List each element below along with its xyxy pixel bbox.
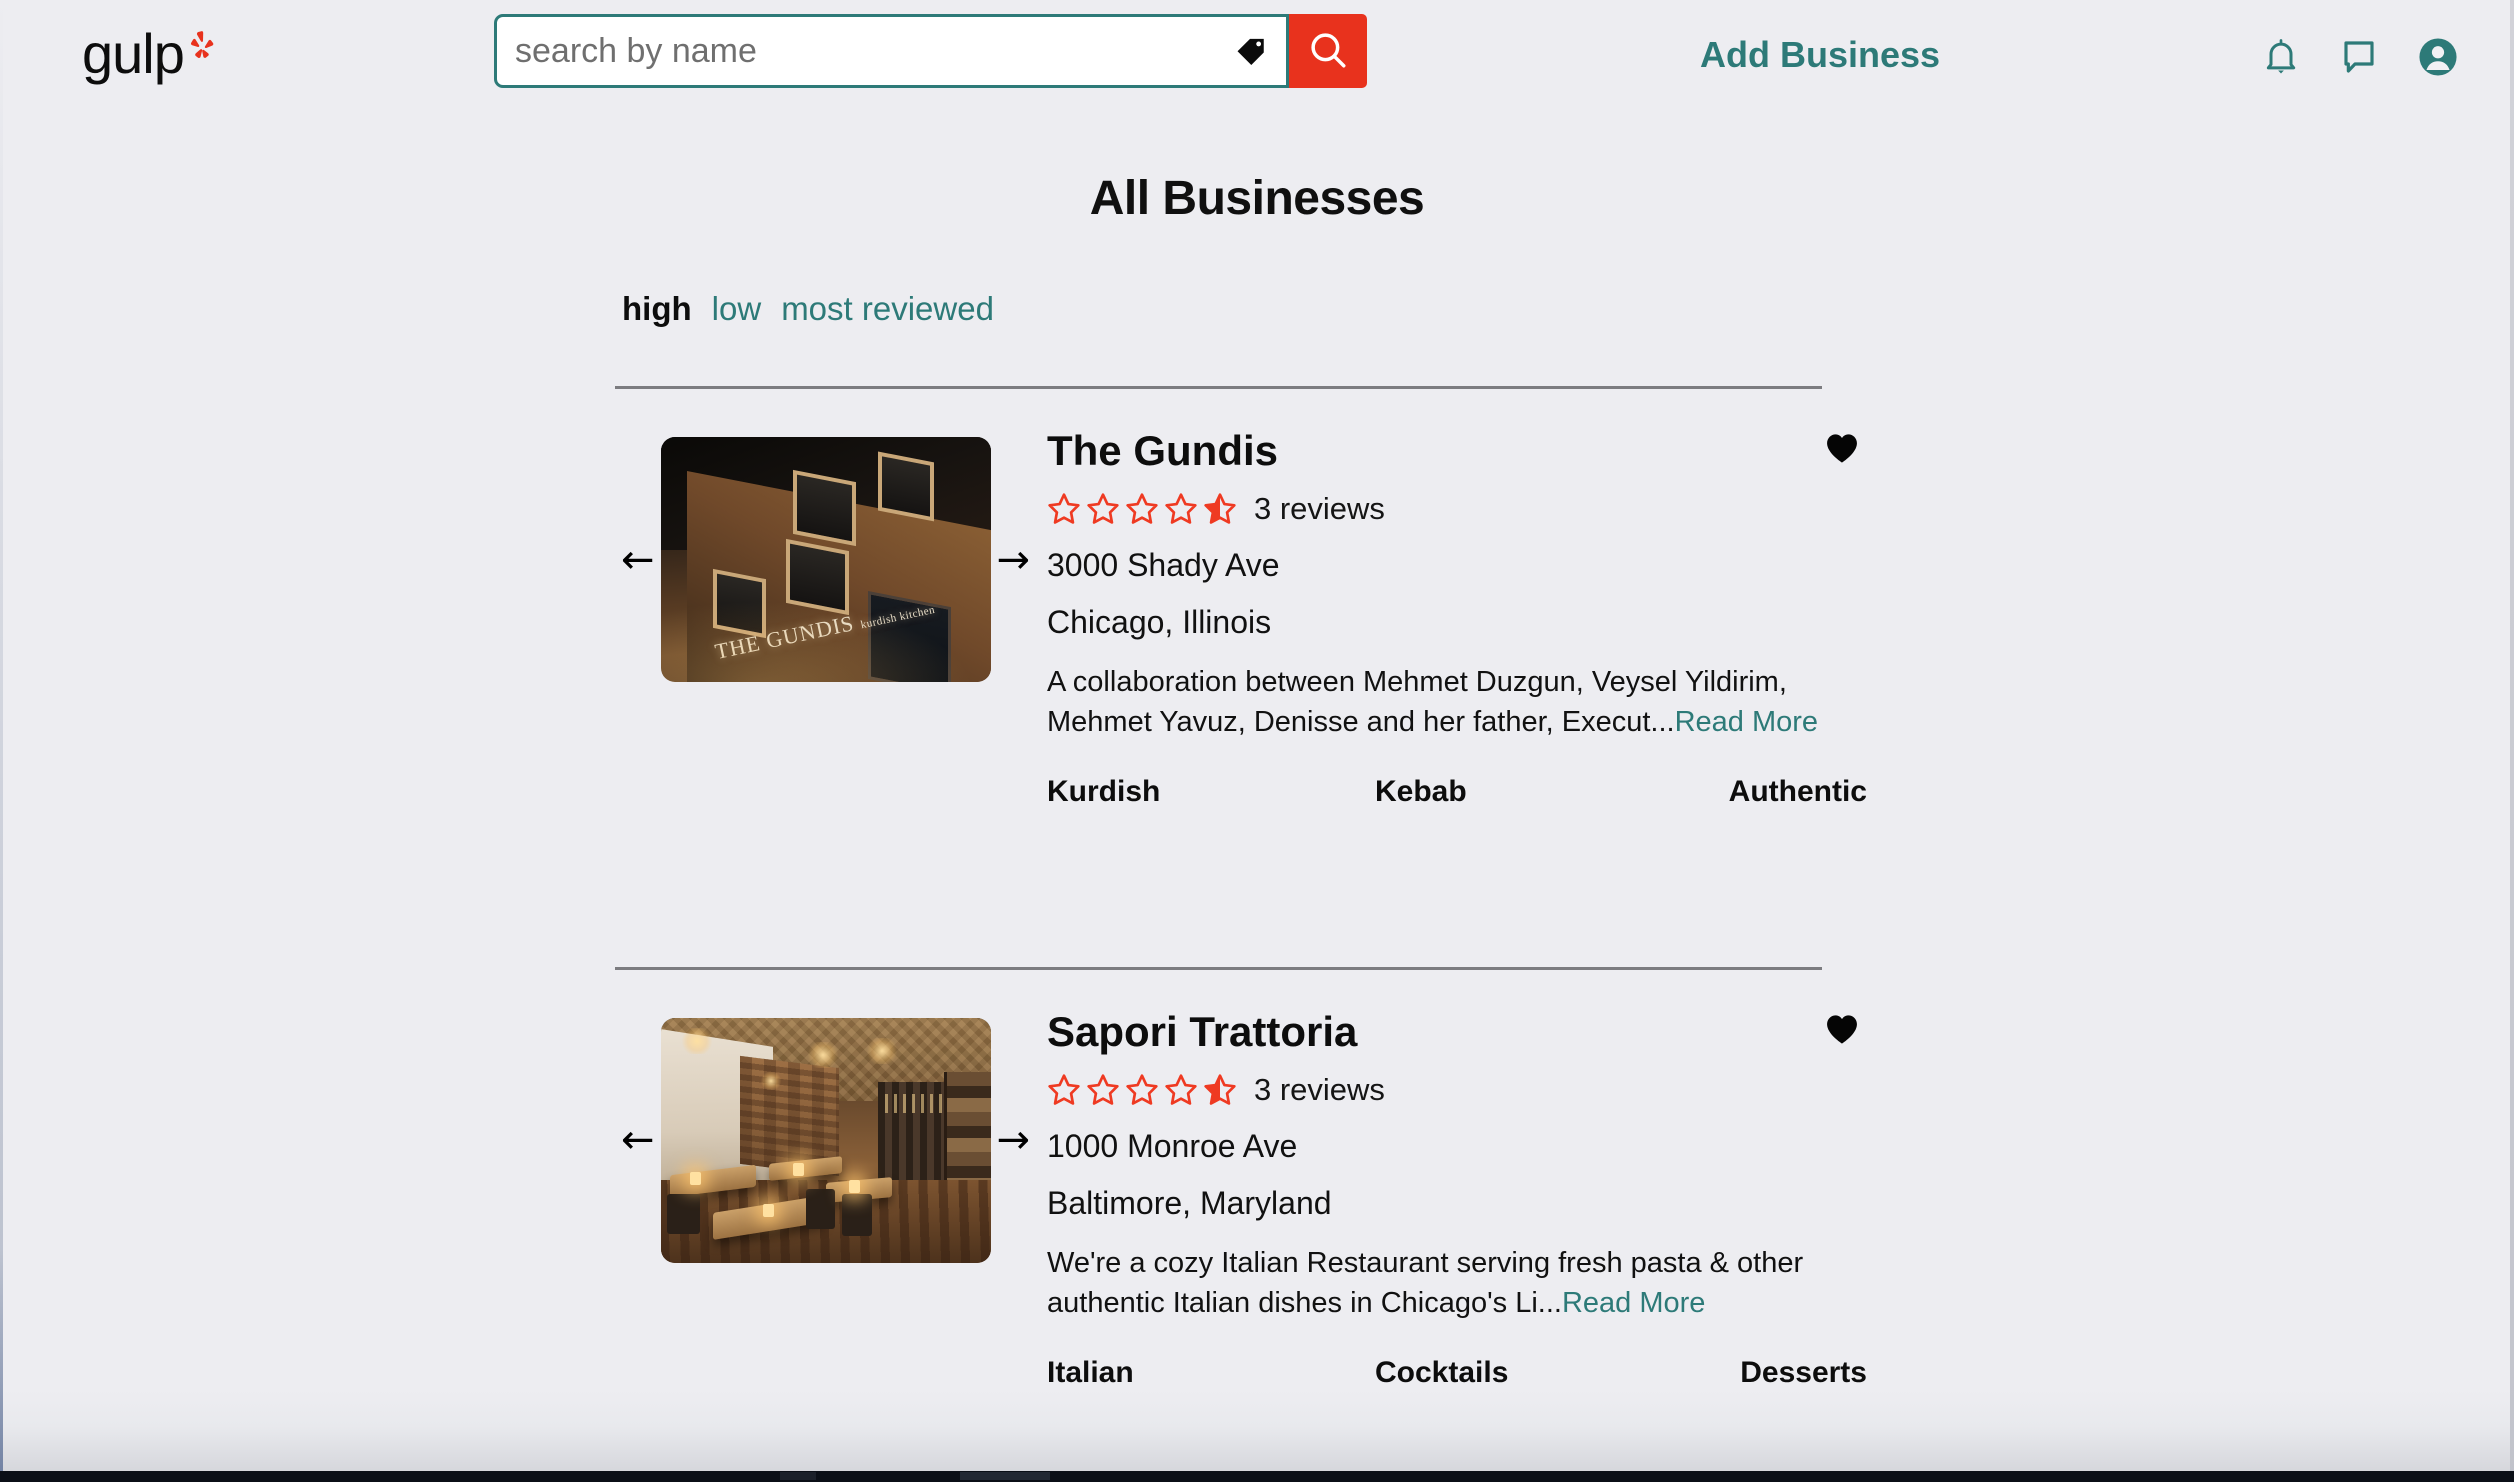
search-submit-button[interactable] (1289, 14, 1367, 88)
rating-row: 3 reviews (1047, 491, 1867, 527)
logo-burst-icon (189, 30, 215, 65)
photo-carousel: ← → (615, 1010, 1030, 1263)
business-info: The Gundis 3 reviews 3000 Shady Ave Chic… (1015, 428, 1867, 809)
star-half-icon (1204, 493, 1236, 524)
window-edge-left (0, 0, 3, 1471)
star-empty-icon (1126, 1074, 1158, 1105)
search-input[interactable] (497, 31, 1286, 71)
photo-carousel: ← THE GUNDIS kurdish kitchen → (615, 429, 1030, 682)
business-tag[interactable]: Kebab (1375, 775, 1654, 809)
business-tags: Italian Cocktails Desserts (1047, 1356, 1867, 1390)
business-card[interactable]: ← → Sapori Trattoria 3 reviews 1000 Monr… (615, 970, 1867, 1390)
logo-text: gulp (82, 22, 185, 85)
main-content: All Businesses high low most reviewed ← (0, 171, 2514, 1390)
review-count: 3 reviews (1254, 1072, 1385, 1108)
star-rating[interactable] (1047, 492, 1237, 526)
star-empty-icon (1087, 1074, 1119, 1105)
site-header: gulp search by name Add Business (0, 0, 2514, 116)
star-empty-icon (1048, 493, 1080, 524)
sort-option-high[interactable]: high (622, 290, 692, 328)
price-tag-icon[interactable] (1234, 34, 1268, 68)
carousel-prev-arrow-icon[interactable]: ← (615, 1120, 661, 1160)
browser-window: gulp search by name Add Business All Bus… (0, 0, 2514, 1471)
business-photo[interactable]: THE GUNDIS kurdish kitchen (660, 437, 991, 682)
window-edge-right (2510, 0, 2514, 1471)
business-header: Sapori Trattoria (1047, 1009, 1867, 1054)
star-empty-icon (1087, 493, 1119, 524)
sort-option-most-reviewed[interactable]: most reviewed (781, 290, 994, 328)
read-more-link[interactable]: Read More (1675, 706, 1818, 738)
business-card[interactable]: ← THE GUNDIS kurdish kitchen → (615, 389, 1867, 809)
page-title: All Businesses (1089, 172, 1425, 225)
notifications-bell-icon[interactable] (2261, 36, 2301, 78)
star-half-icon (1204, 1074, 1236, 1105)
favorite-heart-icon[interactable] (1825, 433, 1859, 464)
business-name[interactable]: Sapori Trattoria (1047, 1009, 1357, 1054)
review-count: 3 reviews (1254, 491, 1385, 527)
business-street: 1000 Monroe Ave (1047, 1128, 1298, 1165)
business-tags: Kurdish Kebab Authentic (1047, 775, 1867, 809)
desktop-strip (0, 1471, 2514, 1482)
business-city-state: Baltimore, Maryland (1047, 1185, 1332, 1222)
favorite-heart-icon[interactable] (1825, 1014, 1859, 1045)
business-description-wrap: We're a cozy Italian Restaurant serving … (1047, 1244, 1852, 1323)
add-business-link[interactable]: Add Business (1700, 34, 1940, 76)
business-street: 3000 Shady Ave (1047, 547, 1280, 584)
star-rating[interactable] (1047, 1073, 1237, 1107)
star-empty-icon (1126, 493, 1158, 524)
carousel-prev-arrow-icon[interactable]: ← (615, 540, 661, 580)
header-icon-group (2261, 36, 2459, 78)
sort-option-low[interactable]: low (712, 290, 762, 328)
business-header: The Gundis (1047, 428, 1867, 473)
sort-controls: high low most reviewed (0, 290, 2514, 328)
business-tag[interactable]: Cocktails (1375, 1356, 1654, 1390)
business-tag[interactable]: Italian (1047, 1356, 1375, 1390)
business-city-state: Chicago, Illinois (1047, 604, 1272, 641)
business-name[interactable]: The Gundis (1047, 428, 1278, 473)
business-info: Sapori Trattoria 3 reviews 1000 Monroe A… (1015, 1009, 1867, 1390)
search-bar (494, 14, 1367, 88)
rating-row: 3 reviews (1047, 1072, 1867, 1108)
site-logo[interactable]: gulp (82, 26, 215, 82)
business-tag[interactable]: Authentic (1654, 775, 1867, 809)
business-photo[interactable] (660, 1017, 991, 1263)
messages-chat-icon[interactable] (2339, 37, 2379, 77)
card-spacer (0, 809, 2514, 909)
read-more-link[interactable]: Read More (1562, 1287, 1705, 1319)
search-field (494, 14, 1289, 88)
magnifying-glass-icon (1307, 29, 1349, 74)
star-empty-icon (1048, 1074, 1080, 1105)
business-description-wrap: A collaboration between Mehmet Duzgun, V… (1047, 663, 1852, 742)
star-empty-icon (1165, 1074, 1197, 1105)
business-tag[interactable]: Desserts (1654, 1356, 1867, 1390)
account-avatar-icon[interactable] (2417, 36, 2459, 78)
window-bottom-fade (0, 1390, 2514, 1471)
business-tag[interactable]: Kurdish (1047, 775, 1375, 809)
star-empty-icon (1165, 493, 1197, 524)
